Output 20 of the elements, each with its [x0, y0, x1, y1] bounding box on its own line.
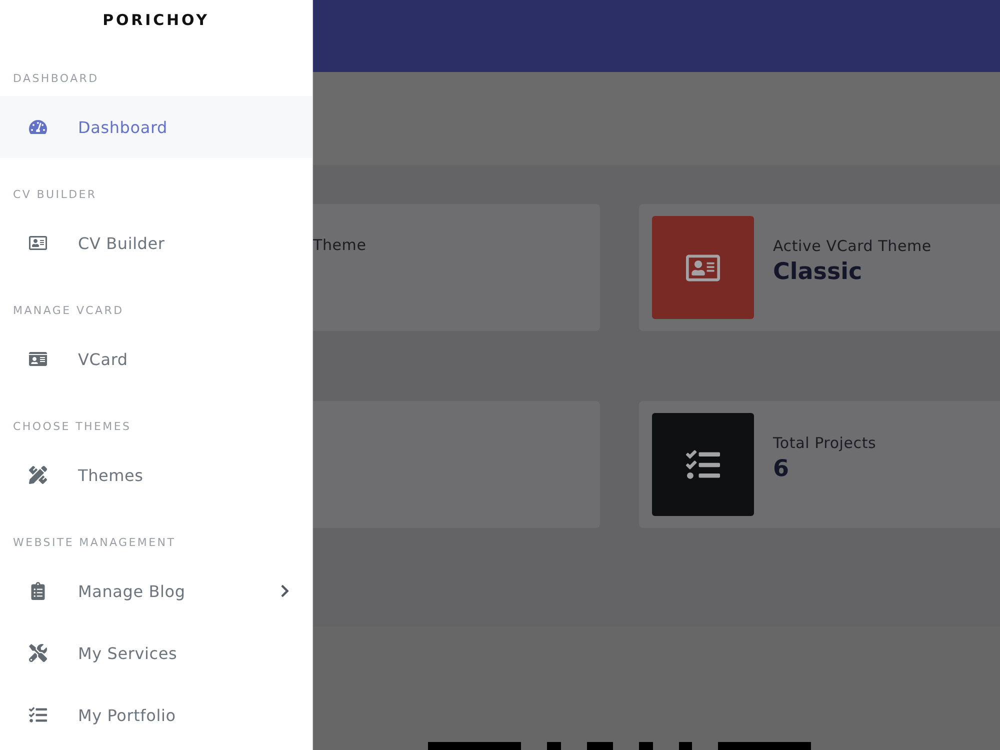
sidebar-item[interactable]: Dashboard — [0, 96, 312, 158]
gauge-icon — [29, 118, 47, 136]
section-heading: CV BUILDER — [13, 188, 97, 202]
id-card-icon — [29, 350, 47, 368]
card-label: Theme — [313, 236, 366, 254]
card-value: Classic — [773, 258, 864, 287]
checklist-icon — [686, 448, 720, 482]
card-value: 6 — [773, 455, 790, 484]
id-card-icon — [29, 234, 47, 252]
tools-icon — [29, 644, 47, 662]
logo[interactable]: PORICHOY — [102, 10, 210, 30]
card-label: Total Projects — [773, 433, 876, 453]
section-heading: CHOOSE THEMES — [13, 420, 132, 434]
card-label: Active VCard Theme — [773, 236, 932, 256]
clipboard-list-icon — [29, 582, 47, 600]
section-heading: MANAGE VCARD — [13, 304, 124, 318]
pencil-ruler-icon — [29, 466, 47, 484]
checklist-icon — [29, 706, 47, 724]
section-heading: WEBSITE MANAGEMENT — [13, 536, 176, 550]
section-heading: DASHBOARD — [13, 72, 99, 86]
